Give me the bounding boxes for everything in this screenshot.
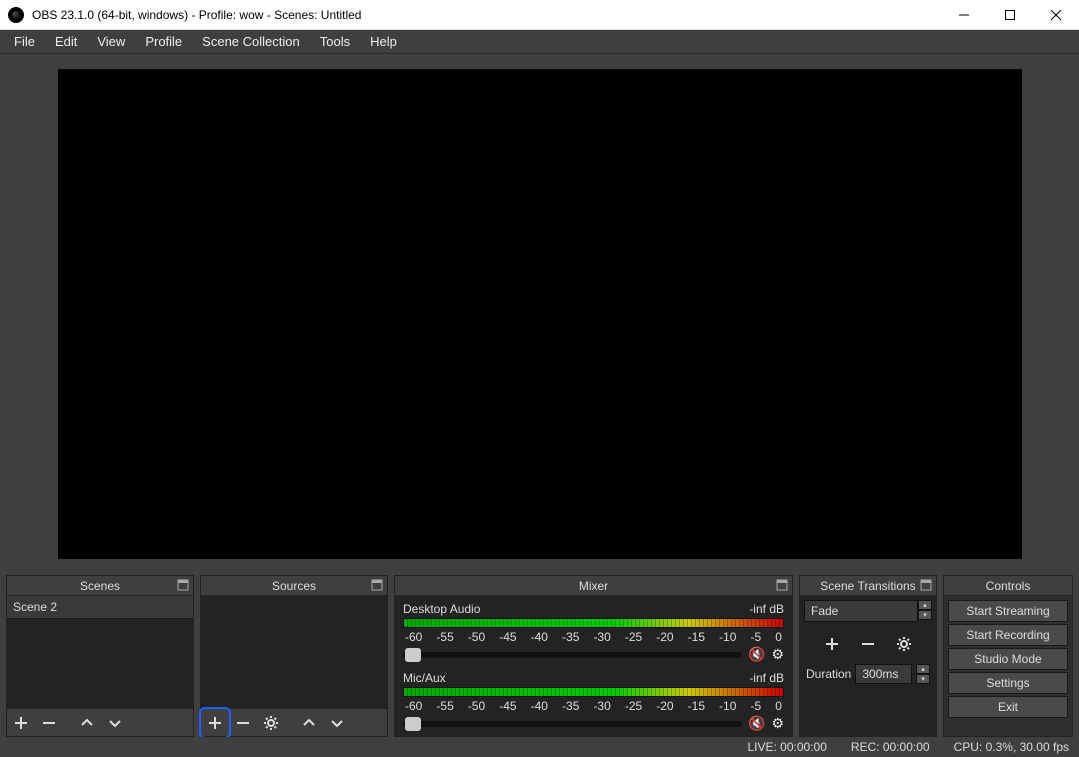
mixer-title: Mixer [579,579,608,593]
transitions-header: Scene Transitions [800,576,936,596]
duration-spin[interactable]: ▴▾ [916,664,930,684]
controls-panel: Controls Start Streaming Start Recording… [943,575,1073,737]
transitions-panel: Scene Transitions Fade ▴▾ [799,575,937,737]
transition-properties-button[interactable] [890,630,918,658]
scenes-toolbar [7,708,193,736]
remove-transition-button[interactable] [854,630,882,658]
volume-meter [403,618,784,628]
meter-ticks: -60-55-50-45-40-35-30-25-20-15-10-50 [403,699,784,713]
start-streaming-button[interactable]: Start Streaming [948,600,1068,622]
menu-profile[interactable]: Profile [135,30,192,53]
remove-source-button[interactable] [229,709,257,737]
move-scene-down-button[interactable] [101,709,129,737]
status-rec: REC: 00:00:00 [851,740,930,754]
maximize-button[interactable] [987,0,1033,30]
scenes-list[interactable]: Scene 2 [7,596,193,708]
preview-canvas[interactable] [58,69,1022,559]
menubar: File Edit View Profile Scene Collection … [0,30,1079,54]
transitions-body: Fade ▴▾ Duration 300ms ▴▾ [800,596,936,736]
status-bar: LIVE: 00:00:00 REC: 00:00:00 CPU: 0.3%, … [0,737,1079,757]
sources-header: Sources [201,576,387,596]
mixer-channel: Desktop Audio -inf dB -60-55-50-45-40-35… [403,602,784,663]
channel-settings-icon[interactable]: ⚙ [771,715,784,732]
move-source-down-button[interactable] [323,709,351,737]
move-source-up-button[interactable] [295,709,323,737]
popout-icon[interactable] [920,579,932,591]
menu-edit[interactable]: Edit [45,30,87,53]
remove-scene-button[interactable] [35,709,63,737]
channel-settings-icon[interactable]: ⚙ [771,646,784,663]
add-transition-button[interactable] [818,630,846,658]
scenes-title: Scenes [80,579,120,593]
transition-spin[interactable]: ▴▾ [918,600,932,622]
menu-tools[interactable]: Tools [310,30,360,53]
duration-label: Duration [806,667,851,681]
channel-name: Desktop Audio [403,602,480,616]
mixer-panel: Mixer Desktop Audio -inf dB -60-55-50-45… [394,575,793,737]
app-window: OBS 23.1.0 (64-bit, windows) - Profile: … [0,0,1079,757]
scenes-header: Scenes [7,576,193,596]
meter-ticks: -60-55-50-45-40-35-30-25-20-15-10-50 [403,630,784,644]
studio-mode-button[interactable]: Studio Mode [948,648,1068,670]
scenes-panel: Scenes Scene 2 [6,575,194,737]
window-title: OBS 23.1.0 (64-bit, windows) - Profile: … [32,8,941,22]
controls-header: Controls [944,576,1072,596]
channel-level: -inf dB [749,602,784,616]
mute-icon[interactable]: 🔇 [748,715,765,732]
app-logo-icon [8,7,24,23]
channel-level: -inf dB [749,671,784,685]
status-cpu: CPU: 0.3%, 30.00 fps [954,740,1069,754]
status-live: LIVE: 00:00:00 [747,740,826,754]
popout-icon[interactable] [776,579,788,591]
menu-help[interactable]: Help [360,30,407,53]
slider-knob[interactable] [405,648,421,662]
sources-panel: Sources [200,575,388,737]
volume-slider[interactable] [403,721,742,727]
minimize-button[interactable] [941,0,987,30]
controls-body: Start Streaming Start Recording Studio M… [944,596,1072,736]
mixer-header: Mixer [395,576,792,596]
popout-icon[interactable] [177,579,189,591]
slider-knob[interactable] [405,717,421,731]
menu-file[interactable]: File [4,30,45,53]
duration-input[interactable]: 300ms [855,664,912,684]
scene-item[interactable]: Scene 2 [7,596,193,619]
add-scene-button[interactable] [7,709,35,737]
volume-meter [403,687,784,697]
mute-icon[interactable]: 🔇 [748,646,765,663]
source-properties-button[interactable] [257,709,285,737]
mixer-body: Desktop Audio -inf dB -60-55-50-45-40-35… [395,596,792,736]
transitions-title: Scene Transitions [820,579,915,593]
start-recording-button[interactable]: Start Recording [948,624,1068,646]
exit-button[interactable]: Exit [948,696,1068,718]
sources-toolbar [201,708,387,736]
popout-icon[interactable] [371,579,383,591]
menu-view[interactable]: View [87,30,135,53]
channel-name: Mic/Aux [403,671,446,685]
controls-title: Controls [986,579,1031,593]
menu-scene-collection[interactable]: Scene Collection [192,30,310,53]
volume-slider[interactable] [403,652,742,658]
sources-title: Sources [272,579,316,593]
preview-area [0,54,1079,569]
titlebar: OBS 23.1.0 (64-bit, windows) - Profile: … [0,0,1079,30]
sources-list[interactable] [201,596,387,708]
transition-select[interactable]: Fade [804,600,918,622]
add-source-button[interactable] [201,709,229,737]
settings-button[interactable]: Settings [948,672,1068,694]
move-scene-up-button[interactable] [73,709,101,737]
close-button[interactable] [1033,0,1079,30]
mixer-channel: Mic/Aux -inf dB -60-55-50-45-40-35-30-25… [403,671,784,732]
